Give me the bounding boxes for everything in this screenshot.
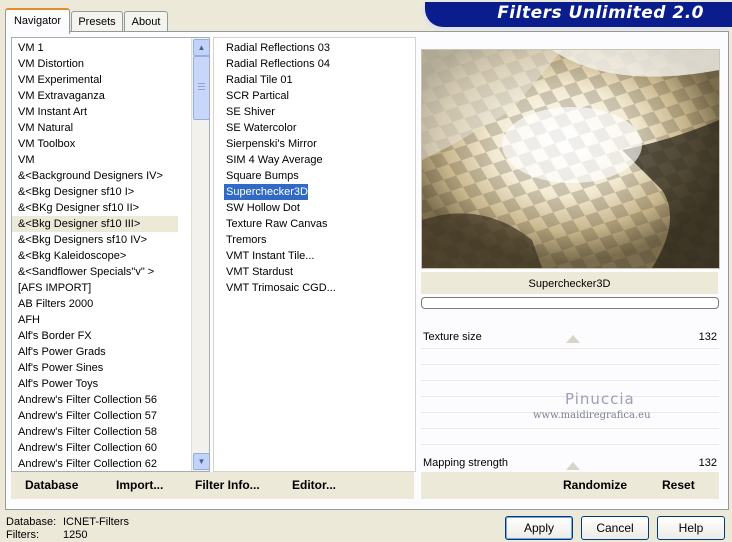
list-toolbar: Database Import... Filter Info... Editor… — [11, 472, 414, 499]
filter-name: Superchecker3D — [421, 272, 718, 294]
filter-list-item[interactable]: Radial Reflections 03 — [224, 40, 330, 56]
filter-list-item[interactable]: Tremors — [224, 232, 267, 248]
apply-button[interactable]: Apply — [505, 516, 573, 540]
category-list-item[interactable]: VM Toolbox — [12, 136, 178, 152]
progress-bar — [421, 297, 719, 309]
help-button[interactable]: Help — [657, 516, 725, 540]
filter-list-item[interactable]: Radial Reflections 04 — [224, 56, 330, 72]
preview-image — [421, 49, 720, 269]
filter-list-item[interactable]: Sierpenski's Mirror — [224, 136, 317, 152]
category-list-item[interactable]: VM Natural — [12, 120, 178, 136]
filter-list-item[interactable]: SE Shiver — [224, 104, 275, 120]
filter-list-item[interactable]: SCR Partical — [224, 88, 289, 104]
category-list-item[interactable]: VM Distortion — [12, 56, 178, 72]
category-list-item[interactable]: &<Bkg Designer sf10 III> — [12, 216, 178, 232]
reset-button[interactable]: Reset — [662, 478, 695, 492]
database-button[interactable]: Database — [25, 478, 78, 492]
filters-count-label: Filters: — [6, 529, 39, 541]
category-list-item[interactable]: VM — [12, 152, 178, 168]
texture-size-slider[interactable]: Texture size 132 — [421, 330, 719, 346]
category-list-item[interactable]: VM Experimental — [12, 72, 178, 88]
category-scrollbar[interactable]: ▲ ▼ — [191, 38, 209, 471]
category-list-item[interactable]: Andrew's Filter Collection 56 — [12, 392, 178, 408]
watermark-url: www.maidiregrafica.eu — [533, 410, 651, 421]
tab-navigator[interactable]: Navigator — [5, 8, 70, 34]
import-button[interactable]: Import... — [116, 478, 163, 492]
category-list-item[interactable]: Andrew's Filter Collection 58 — [12, 424, 178, 440]
category-list-item[interactable]: &<Bkg Designer sf10 I> — [12, 184, 178, 200]
filter-list-item[interactable]: Radial Tile 01 — [224, 72, 293, 88]
texture-size-label: Texture size — [423, 331, 482, 343]
category-list-item[interactable]: VM Extravaganza — [12, 88, 178, 104]
scroll-up-icon[interactable]: ▲ — [193, 39, 209, 56]
mapping-strength-label: Mapping strength — [423, 457, 508, 469]
category-list-item[interactable]: &<Sandflower Specials"v" > — [12, 264, 178, 280]
database-status-label: Database: — [6, 516, 57, 528]
category-list-item[interactable]: VM Instant Art — [12, 104, 178, 120]
category-list-item[interactable]: &<Bkg Designers sf10 IV> — [12, 232, 178, 248]
category-list-item[interactable]: Andrew's Filter Collection 57 — [12, 408, 178, 424]
app-title: Filters Unlimited 2.0 — [497, 3, 704, 23]
category-list-item[interactable]: AFH — [12, 312, 178, 328]
filter-list-item[interactable]: Superchecker3D — [224, 184, 308, 200]
mapping-strength-slider[interactable]: Mapping strength 132 — [421, 456, 719, 472]
category-list-item[interactable]: Andrew's Filter Collection 62 — [12, 456, 178, 471]
database-status-value: ICNET-Filters — [63, 516, 129, 528]
filter-list-item[interactable]: SW Hollow Dot — [224, 200, 300, 216]
category-list-item[interactable]: &<Bkg Kaleidoscope> — [12, 248, 178, 264]
filter-list-item[interactable]: VMT Instant Tile... — [224, 248, 314, 264]
filter-list-item[interactable]: VMT Stardust — [224, 264, 293, 280]
category-list-item[interactable]: [AFS IMPORT] — [12, 280, 178, 296]
watermark-name: Pinuccia — [565, 390, 635, 408]
filter-list-item[interactable]: Texture Raw Canvas — [224, 216, 328, 232]
filter-list-item[interactable]: SE Watercolor — [224, 120, 297, 136]
title-banner: Filters Unlimited 2.0 — [425, 2, 732, 27]
texture-size-value: 132 — [698, 331, 717, 343]
filter-list[interactable]: Radial Reflections 03 Radial Reflections … — [213, 37, 416, 472]
cancel-button[interactable]: Cancel — [581, 516, 649, 540]
filters-count-value: 1250 — [63, 529, 88, 541]
randomize-button[interactable]: Randomize — [563, 478, 627, 492]
filter-list-item[interactable]: VMT Trimosaic CGD... — [224, 280, 336, 296]
slider-thumb-icon[interactable] — [566, 462, 580, 470]
category-list-item[interactable]: Andrew's Filter Collection 60 — [12, 440, 178, 456]
category-list[interactable]: VM 1 VM Distortion VM Experimental VM Extra… — [11, 37, 210, 472]
scroll-down-icon[interactable]: ▼ — [193, 453, 209, 470]
category-list-item[interactable]: Alf's Border FX — [12, 328, 178, 344]
category-list-item[interactable]: Alf's Power Toys — [12, 376, 178, 392]
slider-thumb-icon[interactable] — [566, 335, 580, 343]
mapping-strength-value: 132 — [698, 457, 717, 469]
filter-info-button[interactable]: Filter Info... — [195, 478, 260, 492]
tab-presets[interactable]: Presets — [71, 11, 123, 32]
filter-list-item[interactable]: SIM 4 Way Average — [224, 152, 323, 168]
category-list-item[interactable]: &<Background Designers IV> — [12, 168, 178, 184]
category-list-item[interactable]: &<BKg Designer sf10 II> — [12, 200, 178, 216]
filter-list-item[interactable]: Square Bumps — [224, 168, 299, 184]
params-toolbar: Randomize Reset — [421, 472, 719, 499]
category-list-item[interactable]: AB Filters 2000 — [12, 296, 178, 312]
category-list-item[interactable]: Alf's Power Grads — [12, 344, 178, 360]
category-list-item[interactable]: VM 1 — [12, 40, 178, 56]
category-list-item[interactable]: Alf's Power Sines — [12, 360, 178, 376]
tab-about[interactable]: About — [124, 11, 168, 32]
editor-button[interactable]: Editor... — [292, 478, 336, 492]
scroll-thumb[interactable] — [193, 56, 209, 120]
